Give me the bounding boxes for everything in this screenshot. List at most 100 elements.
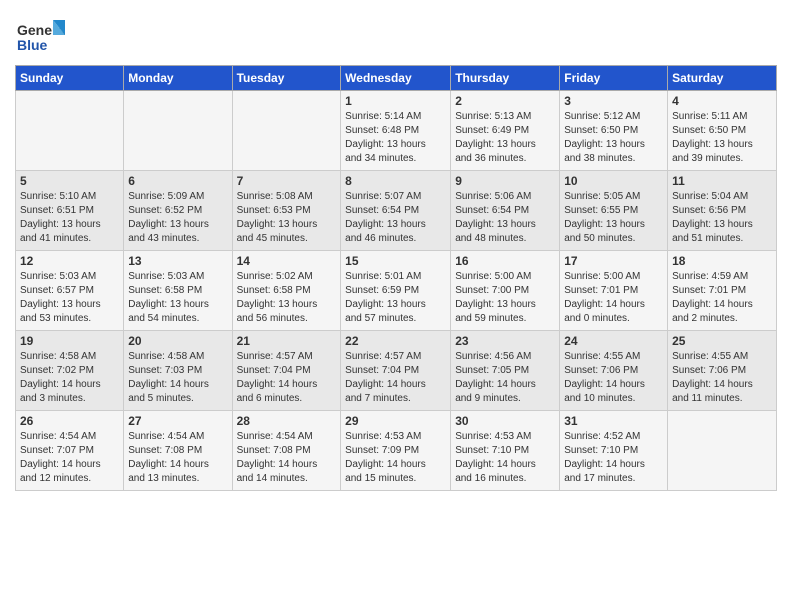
day-cell: 18 Sunrise: 4:59 AM Sunset: 7:01 PM Dayli… bbox=[668, 251, 777, 331]
day-number: 7 bbox=[237, 174, 337, 188]
day-info: Sunrise: 5:05 AM Sunset: 6:55 PM Dayligh… bbox=[564, 190, 663, 246]
header-row: SundayMondayTuesdayWednesdayThursdayFrid… bbox=[16, 66, 777, 91]
day-number: 21 bbox=[237, 334, 337, 348]
svg-text:Blue: Blue bbox=[17, 37, 48, 53]
week-row-4: 26 Sunrise: 4:54 AM Sunset: 7:07 PM Dayli… bbox=[16, 411, 777, 491]
day-info: Sunrise: 4:54 AM Sunset: 7:08 PM Dayligh… bbox=[237, 430, 337, 486]
day-cell: 27 Sunrise: 4:54 AM Sunset: 7:08 PM Dayli… bbox=[124, 411, 232, 491]
day-cell: 26 Sunrise: 4:54 AM Sunset: 7:07 PM Dayli… bbox=[16, 411, 124, 491]
day-number: 11 bbox=[672, 174, 772, 188]
day-number: 14 bbox=[237, 254, 337, 268]
logo-svg: General Blue bbox=[15, 15, 65, 55]
calendar-table: SundayMondayTuesdayWednesdayThursdayFrid… bbox=[15, 65, 777, 491]
day-number: 12 bbox=[20, 254, 119, 268]
day-cell: 5Sunrise: 5:10 AM Sunset: 6:51 PM Daylig… bbox=[16, 171, 124, 251]
day-cell bbox=[124, 91, 232, 171]
day-cell: 2 Sunrise: 5:13 AM Sunset: 6:49 PM Daylig… bbox=[451, 91, 560, 171]
day-cell: 19 Sunrise: 4:58 AM Sunset: 7:02 PM Dayli… bbox=[16, 331, 124, 411]
day-number: 18 bbox=[672, 254, 772, 268]
day-info: Sunrise: 4:58 AM Sunset: 7:03 PM Dayligh… bbox=[128, 350, 227, 406]
day-info: Sunrise: 5:14 AM Sunset: 6:48 PM Dayligh… bbox=[345, 110, 446, 166]
day-cell: 9 Sunrise: 5:06 AM Sunset: 6:54 PM Daylig… bbox=[451, 171, 560, 251]
day-cell: 1 Sunrise: 5:14 AM Sunset: 6:48 PM Daylig… bbox=[341, 91, 451, 171]
day-number: 22 bbox=[345, 334, 446, 348]
day-cell: 22 Sunrise: 4:57 AM Sunset: 7:04 PM Dayli… bbox=[341, 331, 451, 411]
day-info: Sunrise: 4:53 AM Sunset: 7:09 PM Dayligh… bbox=[345, 430, 446, 486]
day-number: 31 bbox=[564, 414, 663, 428]
week-row-0: 1 Sunrise: 5:14 AM Sunset: 6:48 PM Daylig… bbox=[16, 91, 777, 171]
day-info: Sunrise: 4:59 AM Sunset: 7:01 PM Dayligh… bbox=[672, 270, 772, 326]
day-cell: 23Sunrise: 4:56 AM Sunset: 7:05 PM Dayli… bbox=[451, 331, 560, 411]
day-number: 6 bbox=[128, 174, 227, 188]
day-info: Sunrise: 5:11 AM Sunset: 6:50 PM Dayligh… bbox=[672, 110, 772, 166]
day-info: Sunrise: 5:03 AM Sunset: 6:57 PM Dayligh… bbox=[20, 270, 119, 326]
day-number: 16 bbox=[455, 254, 555, 268]
day-info: Sunrise: 5:08 AM Sunset: 6:53 PM Dayligh… bbox=[237, 190, 337, 246]
day-cell: 28 Sunrise: 4:54 AM Sunset: 7:08 PM Dayli… bbox=[232, 411, 341, 491]
day-info: Sunrise: 5:06 AM Sunset: 6:54 PM Dayligh… bbox=[455, 190, 555, 246]
day-cell bbox=[232, 91, 341, 171]
col-header-tuesday: Tuesday bbox=[232, 66, 341, 91]
day-number: 26 bbox=[20, 414, 119, 428]
col-header-thursday: Thursday bbox=[451, 66, 560, 91]
day-cell: 12 Sunrise: 5:03 AM Sunset: 6:57 PM Dayli… bbox=[16, 251, 124, 331]
day-info: Sunrise: 4:57 AM Sunset: 7:04 PM Dayligh… bbox=[345, 350, 446, 406]
day-cell bbox=[16, 91, 124, 171]
day-number: 9 bbox=[455, 174, 555, 188]
day-number: 25 bbox=[672, 334, 772, 348]
day-cell: 17Sunrise: 5:00 AM Sunset: 7:01 PM Dayli… bbox=[560, 251, 668, 331]
day-number: 1 bbox=[345, 94, 446, 108]
day-number: 20 bbox=[128, 334, 227, 348]
day-number: 2 bbox=[455, 94, 555, 108]
col-header-monday: Monday bbox=[124, 66, 232, 91]
day-number: 10 bbox=[564, 174, 663, 188]
day-info: Sunrise: 5:00 AM Sunset: 7:01 PM Dayligh… bbox=[564, 270, 663, 326]
day-cell: 6Sunrise: 5:09 AM Sunset: 6:52 PM Daylig… bbox=[124, 171, 232, 251]
day-cell: 4Sunrise: 5:11 AM Sunset: 6:50 PM Daylig… bbox=[668, 91, 777, 171]
day-info: Sunrise: 4:54 AM Sunset: 7:08 PM Dayligh… bbox=[128, 430, 227, 486]
day-info: Sunrise: 5:07 AM Sunset: 6:54 PM Dayligh… bbox=[345, 190, 446, 246]
day-info: Sunrise: 4:52 AM Sunset: 7:10 PM Dayligh… bbox=[564, 430, 663, 486]
day-info: Sunrise: 4:55 AM Sunset: 7:06 PM Dayligh… bbox=[564, 350, 663, 406]
day-cell bbox=[668, 411, 777, 491]
page-header: General Blue bbox=[15, 15, 777, 55]
day-cell: 13 Sunrise: 5:03 AM Sunset: 6:58 PM Dayli… bbox=[124, 251, 232, 331]
day-cell: 14 Sunrise: 5:02 AM Sunset: 6:58 PM Dayli… bbox=[232, 251, 341, 331]
day-number: 3 bbox=[564, 94, 663, 108]
day-cell: 25Sunrise: 4:55 AM Sunset: 7:06 PM Dayli… bbox=[668, 331, 777, 411]
day-cell: 10 Sunrise: 5:05 AM Sunset: 6:55 PM Dayli… bbox=[560, 171, 668, 251]
day-cell: 7 Sunrise: 5:08 AM Sunset: 6:53 PM Daylig… bbox=[232, 171, 341, 251]
day-info: Sunrise: 5:13 AM Sunset: 6:49 PM Dayligh… bbox=[455, 110, 555, 166]
day-number: 8 bbox=[345, 174, 446, 188]
col-header-wednesday: Wednesday bbox=[341, 66, 451, 91]
day-number: 27 bbox=[128, 414, 227, 428]
day-cell: 11 Sunrise: 5:04 AM Sunset: 6:56 PM Dayli… bbox=[668, 171, 777, 251]
day-info: Sunrise: 4:58 AM Sunset: 7:02 PM Dayligh… bbox=[20, 350, 119, 406]
week-row-1: 5Sunrise: 5:10 AM Sunset: 6:51 PM Daylig… bbox=[16, 171, 777, 251]
day-number: 29 bbox=[345, 414, 446, 428]
day-info: Sunrise: 4:54 AM Sunset: 7:07 PM Dayligh… bbox=[20, 430, 119, 486]
week-row-2: 12 Sunrise: 5:03 AM Sunset: 6:57 PM Dayli… bbox=[16, 251, 777, 331]
day-cell: 16 Sunrise: 5:00 AM Sunset: 7:00 PM Dayli… bbox=[451, 251, 560, 331]
day-number: 13 bbox=[128, 254, 227, 268]
col-header-saturday: Saturday bbox=[668, 66, 777, 91]
day-info: Sunrise: 5:04 AM Sunset: 6:56 PM Dayligh… bbox=[672, 190, 772, 246]
col-header-sunday: Sunday bbox=[16, 66, 124, 91]
day-info: Sunrise: 5:12 AM Sunset: 6:50 PM Dayligh… bbox=[564, 110, 663, 166]
day-cell: 8 Sunrise: 5:07 AM Sunset: 6:54 PM Daylig… bbox=[341, 171, 451, 251]
day-number: 30 bbox=[455, 414, 555, 428]
day-info: Sunrise: 5:03 AM Sunset: 6:58 PM Dayligh… bbox=[128, 270, 227, 326]
day-info: Sunrise: 4:53 AM Sunset: 7:10 PM Dayligh… bbox=[455, 430, 555, 486]
day-number: 23 bbox=[455, 334, 555, 348]
day-info: Sunrise: 5:02 AM Sunset: 6:58 PM Dayligh… bbox=[237, 270, 337, 326]
day-number: 19 bbox=[20, 334, 119, 348]
day-cell: 15Sunrise: 5:01 AM Sunset: 6:59 PM Dayli… bbox=[341, 251, 451, 331]
day-cell: 21Sunrise: 4:57 AM Sunset: 7:04 PM Dayli… bbox=[232, 331, 341, 411]
day-cell: 20 Sunrise: 4:58 AM Sunset: 7:03 PM Dayli… bbox=[124, 331, 232, 411]
day-info: Sunrise: 5:10 AM Sunset: 6:51 PM Dayligh… bbox=[20, 190, 119, 246]
day-number: 28 bbox=[237, 414, 337, 428]
day-cell: 31 Sunrise: 4:52 AM Sunset: 7:10 PM Dayli… bbox=[560, 411, 668, 491]
day-info: Sunrise: 5:00 AM Sunset: 7:00 PM Dayligh… bbox=[455, 270, 555, 326]
day-cell: 24Sunrise: 4:55 AM Sunset: 7:06 PM Dayli… bbox=[560, 331, 668, 411]
day-cell: 30 Sunrise: 4:53 AM Sunset: 7:10 PM Dayli… bbox=[451, 411, 560, 491]
